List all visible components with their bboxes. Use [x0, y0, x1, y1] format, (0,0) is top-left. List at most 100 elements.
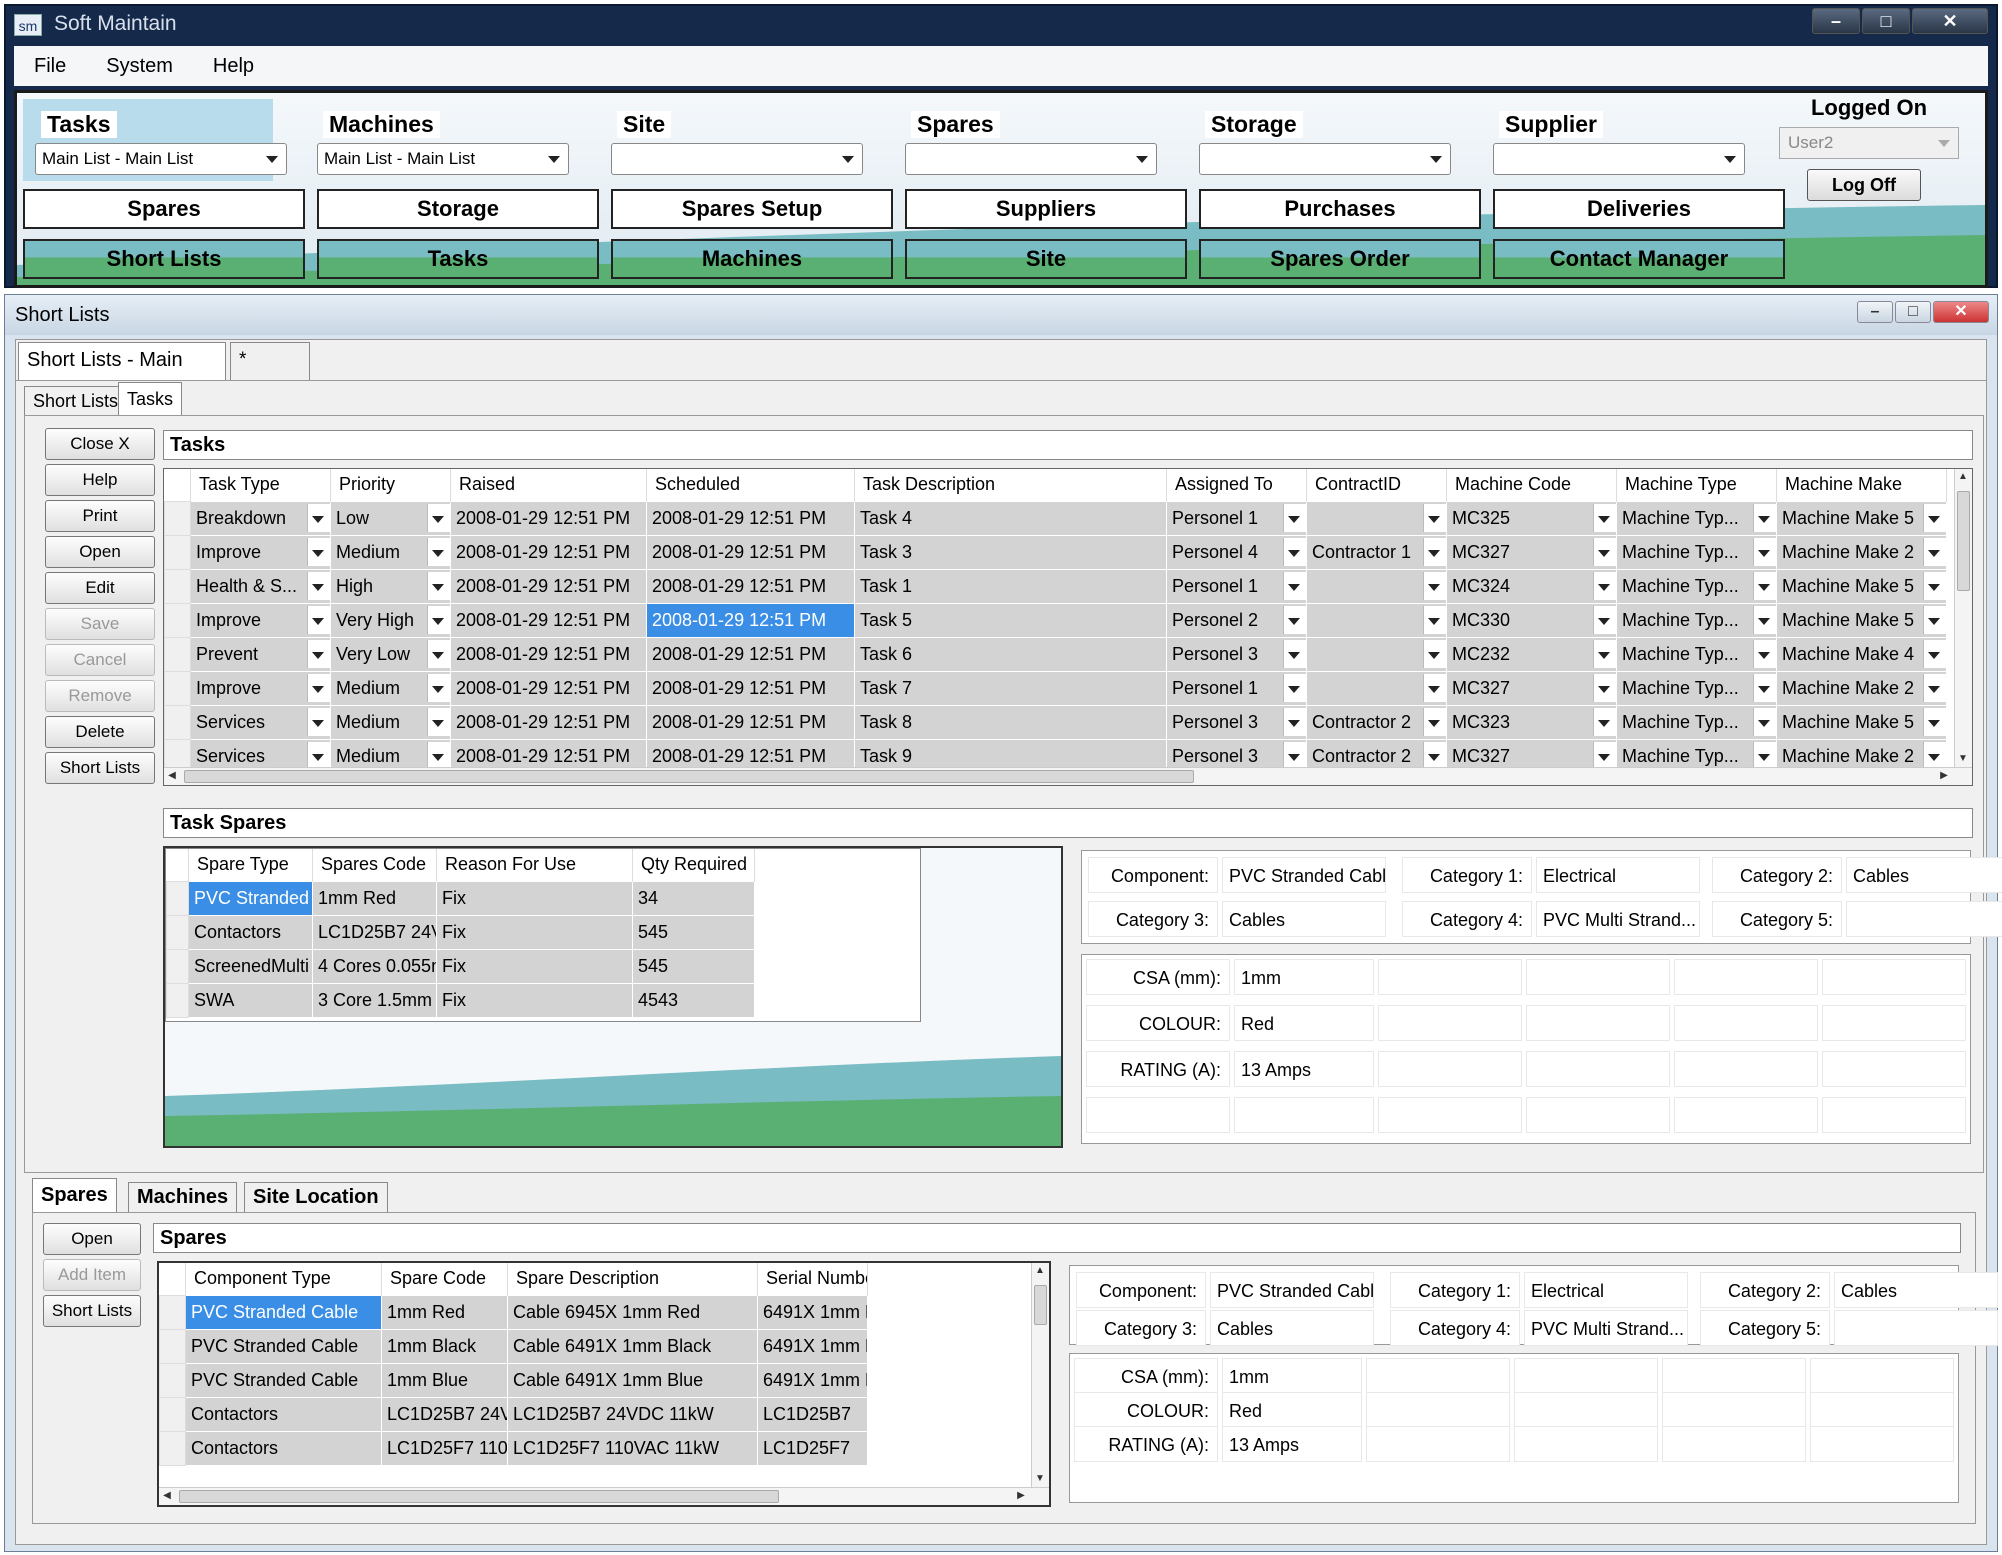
table-cell[interactable]: 6491X 1mm Blue [757, 1362, 868, 1398]
table-row[interactable]: Breakdown Low 2008-01-29 12:51 PM 2008-01-2… [164, 500, 1947, 536]
table-cell[interactable]: Medium [330, 670, 451, 706]
table-cell[interactable]: MC327 [1446, 534, 1617, 570]
table-row[interactable]: Improve Medium 2008-01-29 12:51 PM 2008-01-… [164, 670, 1947, 706]
table-cell[interactable]: Cable 6491X 1mm Blue [507, 1362, 758, 1398]
table-cell[interactable]: Machine Typ... [1616, 500, 1777, 536]
table-cell[interactable]: Contactors [188, 914, 313, 950]
table-cell[interactable]: Contactors [185, 1430, 382, 1466]
table-cell[interactable]: LC1D25F7 110V... [381, 1430, 508, 1466]
table-cell[interactable]: Personel 1 [1166, 670, 1307, 706]
doc-tab-main-list[interactable]: Short Lists - Main List [18, 342, 226, 405]
table-row[interactable]: ContactorsLC1D25F7 110V...LC1D25F7 110VA… [159, 1430, 868, 1466]
arrow-up-icon[interactable]: ▲ [1955, 469, 1971, 485]
scroll-thumb[interactable] [1957, 491, 1970, 591]
sub-tab-tasks[interactable]: Tasks [118, 382, 183, 416]
nav-machines-button[interactable]: Machines [611, 239, 893, 279]
column-header[interactable]: Machine Code [1446, 469, 1617, 501]
table-cell[interactable] [1306, 568, 1447, 604]
row-header[interactable] [159, 1430, 186, 1466]
arrow-down-icon[interactable]: ▼ [1032, 1471, 1048, 1487]
save-button[interactable]: Save [45, 608, 155, 640]
table-cell[interactable]: Low [330, 500, 451, 536]
spares-open-button[interactable]: Open [43, 1223, 141, 1255]
table-row[interactable]: PVC Stranded Cable 1mm Blue Cable 6491X 1m… [159, 1362, 868, 1398]
site-combo[interactable] [611, 143, 863, 175]
table-cell[interactable]: Task 7 [854, 670, 1167, 706]
table-cell[interactable]: Personel 1 [1166, 568, 1307, 604]
table-cell[interactable]: 2008-01-29 12:51 PM [450, 602, 647, 638]
minimize-icon[interactable]: – [1857, 301, 1893, 323]
table-cell[interactable]: MC325 [1446, 500, 1617, 536]
table-row[interactable]: Health & S... High 2008-01-29 12:51 PM 2008… [164, 568, 1947, 604]
table-cell[interactable]: SWA [188, 982, 313, 1018]
table-cell[interactable]: Cable 6491X 1mm Black [507, 1328, 758, 1364]
table-cell[interactable]: 4 Cores 0.055mm... [312, 948, 437, 984]
table-cell[interactable]: PVC Stranded Cable [185, 1294, 382, 1330]
table-cell[interactable]: LC1D25B7 24VA... [312, 914, 437, 950]
table-cell[interactable]: Task 6 [854, 636, 1167, 672]
table-cell[interactable]: Improve [190, 534, 331, 570]
column-header[interactable]: Assigned To [1166, 469, 1307, 501]
column-header[interactable]: ContractID [1306, 469, 1447, 501]
spares-hscroll[interactable]: ◀ ▶ [159, 1487, 1049, 1505]
table-cell[interactable]: Machine Make 5 [1776, 568, 1947, 604]
table-cell[interactable]: Task 8 [854, 704, 1167, 740]
table-cell[interactable]: Contactors [185, 1396, 382, 1432]
table-cell[interactable]: Health & S... [190, 568, 331, 604]
table-cell[interactable]: Personel 2 [1166, 602, 1307, 638]
sub-tab-short-lists[interactable]: Short Lists [24, 386, 128, 416]
table-row[interactable]: ContactorsLC1D25B7 24VA...LC1D25B7 24VDC… [159, 1396, 868, 1432]
table-cell[interactable]: Machine Typ... [1616, 602, 1777, 638]
table-cell[interactable]: 1mm Black [381, 1328, 508, 1364]
table-cell[interactable]: 2008-01-29 12:51 PM [646, 534, 855, 570]
nav-contact-manager-button[interactable]: Contact Manager [1493, 239, 1785, 279]
help-button[interactable]: Help [45, 464, 155, 496]
table-cell[interactable] [1306, 602, 1447, 638]
row-header[interactable] [164, 568, 191, 604]
log-off-button[interactable]: Log Off [1807, 169, 1921, 201]
table-cell[interactable]: 4543 [632, 982, 755, 1018]
table-cell[interactable]: LC1D25B7 24VDC 11kW [507, 1396, 758, 1432]
table-cell[interactable]: 545 [632, 914, 755, 950]
nav-tasks-button[interactable]: Tasks [317, 239, 599, 279]
table-cell[interactable]: Machine Typ... [1616, 568, 1777, 604]
row-header[interactable] [159, 1362, 186, 1398]
table-cell[interactable]: Breakdown [190, 500, 331, 536]
table-cell[interactable]: Cable 6945X 1mm Red [507, 1294, 758, 1330]
table-cell[interactable]: Machine Make 5 [1776, 500, 1947, 536]
row-header[interactable] [164, 602, 191, 638]
spares-vscroll[interactable]: ▲ ▼ [1031, 1263, 1049, 1487]
table-cell[interactable]: Personel 3 [1166, 636, 1307, 672]
nav-spares-order-button[interactable]: Spares Order [1199, 239, 1481, 279]
table-cell[interactable]: 1mm Blue [381, 1362, 508, 1398]
table-cell[interactable]: 2008-01-29 12:51 PM [450, 636, 647, 672]
table-cell[interactable]: 6491X 1mm Red [757, 1294, 868, 1330]
arrow-left-icon[interactable]: ◀ [159, 1488, 175, 1504]
arrow-left-icon[interactable]: ◀ [164, 768, 180, 784]
table-cell[interactable]: ScreenedMulti C... [188, 948, 313, 984]
scroll-thumb[interactable] [1034, 1285, 1047, 1325]
table-row[interactable]: ScreenedMulti C...4 Cores 0.055mm...Fix5… [166, 948, 755, 984]
table-cell[interactable]: Task 5 [854, 602, 1167, 638]
row-header[interactable] [159, 1328, 186, 1364]
table-cell[interactable]: 1mm Red [381, 1294, 508, 1330]
table-cell[interactable]: Machine Make 2 [1776, 534, 1947, 570]
table-cell[interactable]: MC232 [1446, 636, 1617, 672]
column-header[interactable]: Component Type [185, 1263, 382, 1295]
table-cell[interactable]: Contractor 1 [1306, 534, 1447, 570]
table-cell[interactable]: Fix [436, 948, 633, 984]
table-cell[interactable]: Machine Typ... [1616, 704, 1777, 740]
arrow-right-icon[interactable]: ▶ [1936, 768, 1952, 784]
table-cell[interactable]: 2008-01-29 12:51 PM [646, 568, 855, 604]
table-cell[interactable]: 1mm Red [312, 880, 437, 916]
machines-combo[interactable]: Main List - Main List [317, 143, 569, 175]
column-header[interactable]: Spare Type [188, 849, 313, 881]
table-cell[interactable]: Machine Make 5 [1776, 704, 1947, 740]
bottom-tab-machines[interactable]: Machines [128, 1182, 238, 1212]
table-cell[interactable]: MC323 [1446, 704, 1617, 740]
nav-spares-setup-button[interactable]: Spares Setup [611, 189, 893, 229]
menu-help[interactable]: Help [193, 55, 274, 78]
table-cell[interactable]: Medium [330, 704, 451, 740]
spares-combo[interactable] [905, 143, 1157, 175]
nav-storage-button[interactable]: Storage [317, 189, 599, 229]
